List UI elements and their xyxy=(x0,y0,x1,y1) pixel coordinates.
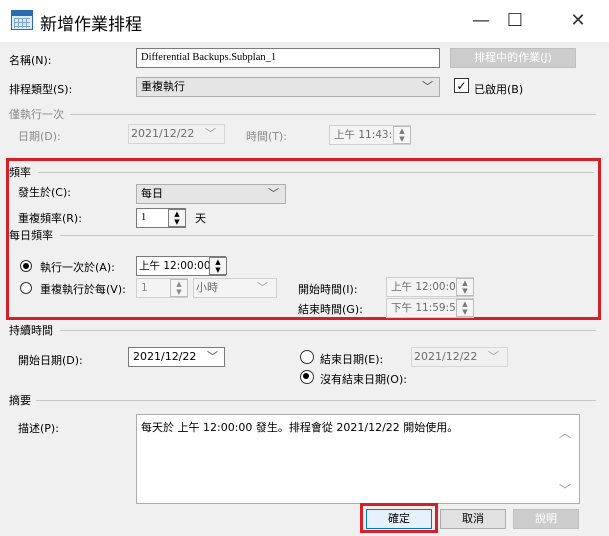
start-date-value: 2021/12/22 xyxy=(133,350,197,363)
no-end-date-radio[interactable] xyxy=(300,370,314,384)
end-time-value: 下午 11:59:59 xyxy=(391,302,463,314)
section-divider xyxy=(36,400,596,401)
occurs-label: 發生於(C): xyxy=(18,186,71,199)
one-time-date-picker[interactable]: 2021/12/22 ﹀ xyxy=(128,124,225,144)
one-time-time-label: 時間(T): xyxy=(246,130,288,143)
chevron-down-icon: ﹀ xyxy=(207,350,218,363)
minimize-button[interactable]: — xyxy=(466,8,496,34)
occurs-once-spinner-icon[interactable]: ▲ ▼ xyxy=(209,257,227,275)
daily-frequency-section-label: 每日頻率 xyxy=(9,229,53,242)
end-time-label: 結束時間(G): xyxy=(298,303,363,316)
no-end-date-label: 沒有結束日期(O): xyxy=(320,373,407,386)
ok-button[interactable]: 確定 xyxy=(366,509,432,529)
chevron-down-icon: ﹀ xyxy=(257,281,268,294)
section-divider xyxy=(38,172,594,173)
scroll-up-icon[interactable]: ︿ xyxy=(559,424,571,441)
section-divider xyxy=(60,235,594,236)
section-divider xyxy=(60,330,596,331)
jobs-in-schedule-button[interactable]: 排程中的作業(J) xyxy=(450,48,576,68)
chevron-down-icon: ﹀ xyxy=(268,187,279,200)
maximize-button[interactable]: ☐ xyxy=(500,8,530,34)
occurs-select[interactable]: 每日 ﹀ xyxy=(136,184,286,204)
occurs-once-radio[interactable] xyxy=(20,260,32,272)
summary-section-label: 摘要 xyxy=(9,394,31,407)
chevron-down-icon: ﹀ xyxy=(205,127,216,140)
close-button[interactable]: ✕ xyxy=(563,8,593,34)
occurs-every-unit-value: 小時 xyxy=(196,281,218,294)
one-time-time-value: 上午 11:43: xyxy=(334,129,393,141)
enabled-checkbox[interactable]: ✓ xyxy=(454,78,469,93)
one-time-date-label: 日期(D): xyxy=(18,130,61,143)
start-date-picker[interactable]: 2021/12/22 ﹀ xyxy=(128,347,225,367)
chevron-down-icon: ﹀ xyxy=(422,80,433,93)
occurs-every-radio[interactable] xyxy=(20,282,32,294)
schedule-type-select[interactable]: 重複執行 ﹀ xyxy=(136,77,440,97)
recurs-value: 1 xyxy=(141,212,147,223)
one-time-section-label: 僅執行一次 xyxy=(9,108,64,121)
end-date-picker[interactable]: 2021/12/22 ﹀ xyxy=(411,347,508,367)
end-date-value: 2021/12/22 xyxy=(414,350,478,363)
recurs-spinner-icon[interactable]: ▲ ▼ xyxy=(168,209,186,227)
end-date-label: 結束日期(E): xyxy=(320,353,384,366)
occurs-every-unit-select[interactable]: 小時 ﹀ xyxy=(193,278,277,298)
scroll-down-icon[interactable]: ﹀ xyxy=(559,481,571,498)
cancel-button[interactable]: 取消 xyxy=(440,509,506,529)
description-textarea[interactable]: 每天於 上午 12:00:00 發生。排程會從 2021/12/22 開始使用。 xyxy=(136,414,580,504)
end-time-spinner-icon[interactable]: ▲ ▼ xyxy=(456,299,474,317)
occurs-once-label: 執行一次於(A): xyxy=(40,261,115,274)
calendar-grid-icon xyxy=(11,10,33,30)
recurs-unit: 天 xyxy=(195,212,206,225)
occurs-every-spinner-icon[interactable]: ▲ ▼ xyxy=(170,279,188,297)
description-label: 描述(P): xyxy=(18,422,59,435)
one-time-time-spinner-icon[interactable]: ▲ ▼ xyxy=(393,126,411,144)
section-divider xyxy=(70,114,596,115)
one-time-date-value: 2021/12/22 xyxy=(131,127,195,140)
occurs-once-time-value: 上午 12:00:00 xyxy=(139,260,211,272)
description-text: 每天於 上午 12:00:00 發生。排程會從 2021/12/22 開始使用。 xyxy=(141,421,459,434)
occurs-every-value: 1 xyxy=(141,282,148,294)
enabled-label: 已啟用(B) xyxy=(474,83,524,96)
start-time-value: 上午 12:00:00 xyxy=(391,281,463,293)
schedule-type-label: 排程類型(S): xyxy=(9,83,73,96)
occurs-value: 每日 xyxy=(141,187,163,200)
name-input[interactable]: Differential Backups.Subplan_1 xyxy=(136,48,440,68)
start-time-spinner-icon[interactable]: ▲ ▼ xyxy=(456,278,474,296)
end-date-radio[interactable] xyxy=(300,350,314,364)
frequency-section-label: 頻率 xyxy=(9,166,31,179)
start-date-label: 開始日期(D): xyxy=(18,354,83,367)
start-time-label: 開始時間(I): xyxy=(298,283,358,296)
name-label: 名稱(N): xyxy=(9,54,52,67)
help-button[interactable]: 說明 xyxy=(513,509,579,529)
chevron-down-icon: ﹀ xyxy=(488,350,499,363)
duration-section-label: 持續時間 xyxy=(9,324,53,337)
occurs-every-label: 重複執行於每(V): xyxy=(40,283,126,296)
schedule-type-value: 重複執行 xyxy=(141,80,185,93)
window-title: 新增作業排程 xyxy=(40,15,142,35)
recurs-label: 重複頻率(R): xyxy=(18,212,82,225)
